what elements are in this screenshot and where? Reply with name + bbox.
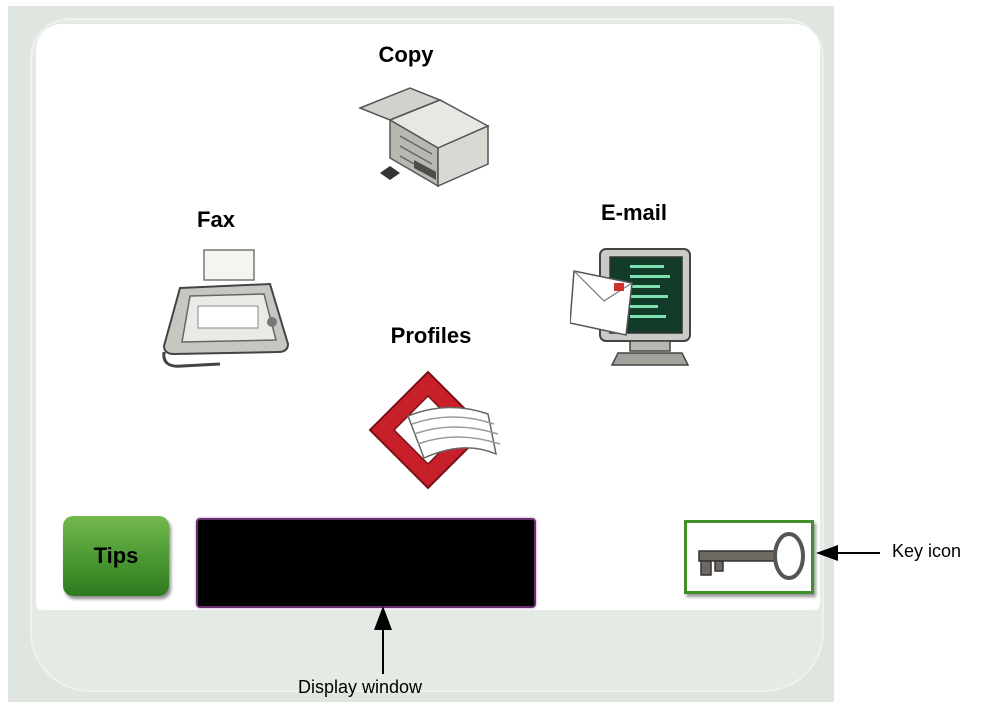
copier-icon (357, 87, 490, 188)
email-monitor-icon (570, 248, 691, 366)
display-window-callout-arrow (374, 606, 392, 674)
profiles-button[interactable] (368, 370, 518, 500)
copy-button[interactable] (350, 78, 495, 193)
fax-button[interactable] (160, 248, 295, 373)
profiles-icon (368, 370, 501, 490)
email-button[interactable] (570, 245, 695, 370)
fax-icon (162, 249, 290, 368)
key-icon-callout-arrow (816, 545, 880, 561)
key-button[interactable] (684, 520, 814, 594)
fax-label: Fax (197, 207, 235, 232)
copy-label: Copy (378, 42, 434, 67)
email-label: E-mail (600, 200, 668, 225)
tips-button[interactable]: Tips (63, 516, 169, 596)
display-window (196, 518, 536, 608)
profiles-label: Profiles (390, 323, 472, 348)
key-icon-callout: Key icon (892, 541, 962, 561)
key-icon (698, 532, 805, 580)
display-window-callout: Display window (298, 677, 423, 697)
tips-label: Tips (93, 543, 139, 568)
